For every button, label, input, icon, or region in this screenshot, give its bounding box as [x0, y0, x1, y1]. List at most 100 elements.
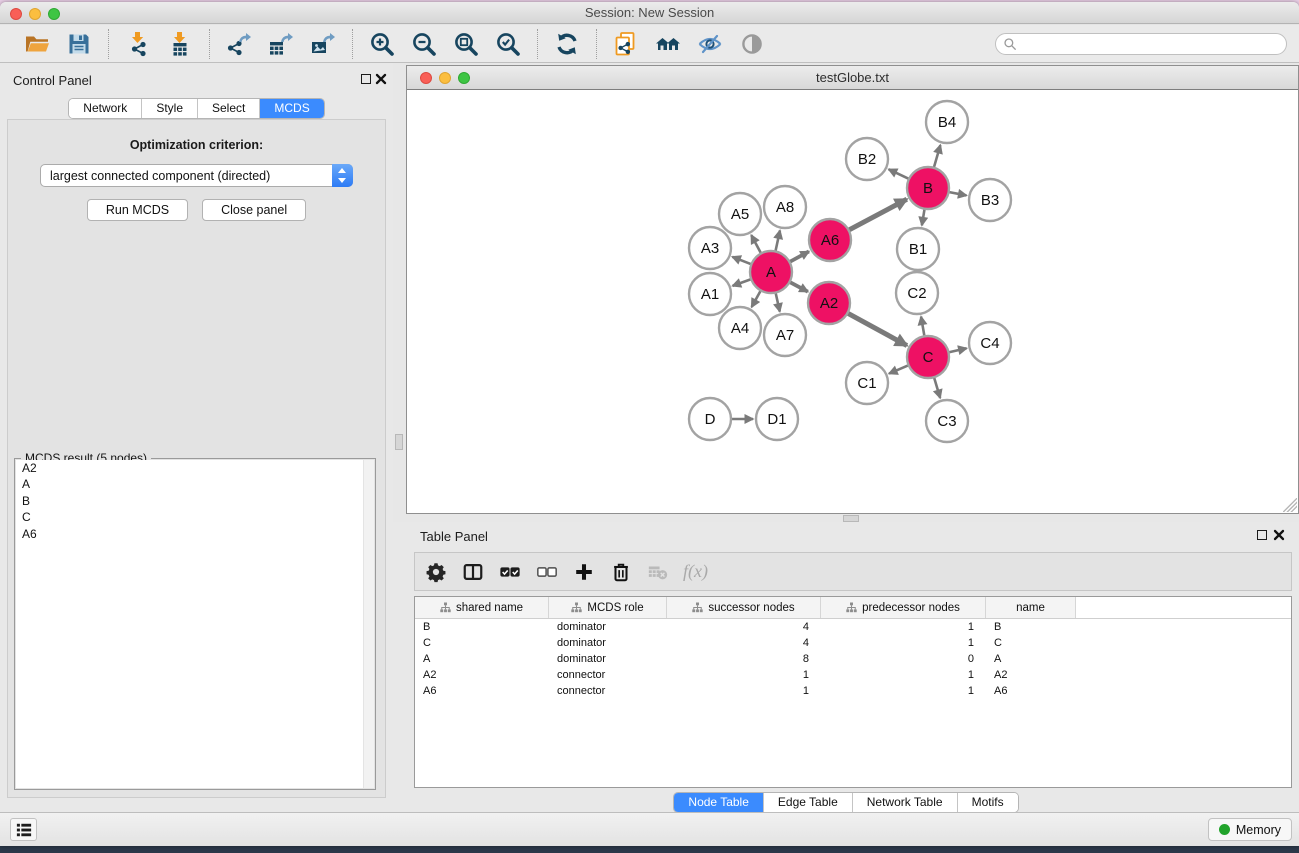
refresh-button[interactable]	[550, 30, 584, 58]
table-row[interactable]: Cdominator41C	[415, 635, 1291, 651]
graph-node-D[interactable]: D	[689, 398, 731, 440]
edge-B-B2[interactable]	[889, 169, 909, 179]
mcds-result-item[interactable]: B	[16, 493, 374, 510]
zoom-out-button[interactable]	[407, 30, 441, 58]
column-header-name[interactable]: name	[986, 597, 1076, 618]
column-header-predecessor-nodes[interactable]: predecessor nodes	[821, 597, 986, 618]
table-row[interactable]: A2connector11A2	[415, 667, 1291, 683]
graph-node-A4[interactable]: A4	[719, 307, 761, 349]
graph-node-B2[interactable]: B2	[846, 138, 888, 180]
graph-node-A5[interactable]: A5	[719, 193, 761, 235]
tab-style[interactable]: Style	[142, 99, 198, 118]
zoom-in-button[interactable]	[365, 30, 399, 58]
table-row[interactable]: Adominator80A	[415, 651, 1291, 667]
import-network-button[interactable]	[121, 30, 155, 58]
task-history-button[interactable]	[10, 818, 37, 841]
graph-node-A8[interactable]: A8	[764, 186, 806, 228]
edge-B-B4[interactable]	[934, 145, 941, 168]
graph-node-C2[interactable]: C2	[896, 272, 938, 314]
search-input[interactable]	[995, 33, 1287, 55]
close-panel-icon[interactable]	[375, 73, 387, 85]
result-list-scrollbar[interactable]	[363, 460, 374, 788]
edge-B-B3[interactable]	[949, 192, 967, 195]
horizontal-splitter-grip[interactable]	[843, 515, 859, 522]
tab-motifs[interactable]: Motifs	[958, 793, 1018, 812]
column-header-successor-nodes[interactable]: successor nodes	[667, 597, 821, 618]
graph-node-C[interactable]: C	[907, 336, 949, 378]
graph-node-A7[interactable]: A7	[764, 314, 806, 356]
close-panel-button[interactable]: Close panel	[202, 199, 306, 221]
tab-edge-table[interactable]: Edge Table	[764, 793, 853, 812]
graph-node-A6[interactable]: A6	[809, 219, 851, 261]
edge-A2-C[interactable]	[847, 313, 906, 345]
vertical-splitter-grip[interactable]	[395, 434, 403, 450]
select-all-checkboxes-button[interactable]	[498, 559, 522, 585]
edge-A-A7[interactable]	[776, 292, 780, 311]
graph-node-D1[interactable]: D1	[756, 398, 798, 440]
network-graph[interactable]: B4 B2 B B3 A8A5 A6 A3 B1 A A1 C2 A2 A4A7 C4 C C1 C3 D D1	[407, 90, 1298, 513]
mcds-result-item[interactable]: C	[16, 510, 374, 527]
graph-node-A[interactable]: A	[750, 251, 792, 293]
graph-node-A2[interactable]: A2	[808, 282, 850, 324]
table-row[interactable]: A6connector11A6	[415, 683, 1291, 699]
open-file-button[interactable]	[20, 30, 54, 58]
zoom-fit-button[interactable]	[449, 30, 483, 58]
edge-A-A6[interactable]	[789, 251, 808, 262]
optimization-criterion-dropdown[interactable]: largest connected component (directed)	[40, 164, 353, 187]
delete-column-trash-button[interactable]	[609, 559, 633, 585]
memory-button[interactable]: Memory	[1208, 818, 1292, 841]
tab-network[interactable]: Network	[69, 99, 142, 118]
window-resize-grip[interactable]	[1283, 498, 1297, 512]
tab-network-table[interactable]: Network Table	[853, 793, 958, 812]
graph-node-C4[interactable]: C4	[969, 322, 1011, 364]
graph-node-C3[interactable]: C3	[926, 400, 968, 442]
column-header-shared-name[interactable]: shared name	[415, 597, 549, 618]
edge-A-A4[interactable]	[752, 290, 761, 307]
run-mcds-button[interactable]: Run MCDS	[87, 199, 188, 221]
edge-A-A3[interactable]	[732, 257, 751, 265]
hide-eye-button[interactable]	[693, 30, 727, 58]
mcds-result-item[interactable]: A	[16, 477, 374, 494]
graph-node-A1[interactable]: A1	[689, 273, 731, 315]
home-button[interactable]	[651, 30, 685, 58]
import-table-button[interactable]	[163, 30, 197, 58]
float-panel-icon[interactable]	[361, 74, 371, 84]
export-image-button[interactable]	[306, 30, 340, 58]
edge-B-B1[interactable]	[922, 209, 925, 226]
show-eye-button[interactable]	[735, 30, 769, 58]
mcds-result-item[interactable]: A6	[16, 526, 374, 543]
edge-A-A1[interactable]	[733, 279, 752, 286]
graph-node-B4[interactable]: B4	[926, 101, 968, 143]
graph-node-A3[interactable]: A3	[689, 227, 731, 269]
export-table-button[interactable]	[264, 30, 298, 58]
close-table-panel-icon[interactable]	[1273, 529, 1285, 541]
float-table-panel-icon[interactable]	[1257, 530, 1267, 540]
edge-A-A2[interactable]	[790, 282, 808, 292]
table-row[interactable]: Bdominator41B	[415, 619, 1291, 635]
graph-node-B[interactable]: B	[907, 167, 949, 209]
edge-A-A5[interactable]	[751, 235, 761, 253]
zoom-selected-button[interactable]	[491, 30, 525, 58]
tab-node-table[interactable]: Node Table	[674, 793, 764, 812]
edge-C-C3[interactable]	[934, 377, 940, 398]
network-canvas[interactable]: B4 B2 B B3 A8A5 A6 A3 B1 A A1 C2 A2 A4A7 C4 C C1 C3 D D1	[407, 90, 1298, 513]
clone-network-button[interactable]	[609, 30, 643, 58]
column-header-MCDS-role[interactable]: MCDS role	[549, 597, 667, 618]
graph-node-B3[interactable]: B3	[969, 179, 1011, 221]
deselect-all-checkboxes-button[interactable]	[535, 559, 559, 585]
mcds-result-item[interactable]: A2	[16, 460, 374, 477]
edge-C-C4[interactable]	[948, 348, 966, 352]
edge-A6-B[interactable]	[849, 199, 907, 230]
edge-A-A8[interactable]	[775, 230, 780, 251]
graph-node-C1[interactable]: C1	[846, 362, 888, 404]
export-network-button[interactable]	[222, 30, 256, 58]
tab-mcds[interactable]: MCDS	[260, 99, 323, 118]
save-session-button[interactable]	[62, 30, 96, 58]
tab-select[interactable]: Select	[198, 99, 260, 118]
toggle-columns-button[interactable]	[461, 559, 485, 585]
table-settings-gear-button[interactable]	[424, 559, 448, 585]
graph-node-B1[interactable]: B1	[897, 228, 939, 270]
edge-C-C2[interactable]	[921, 317, 924, 337]
mcds-result-list[interactable]: A2ABCA6	[16, 460, 374, 788]
add-column-plus-button[interactable]	[572, 559, 596, 585]
